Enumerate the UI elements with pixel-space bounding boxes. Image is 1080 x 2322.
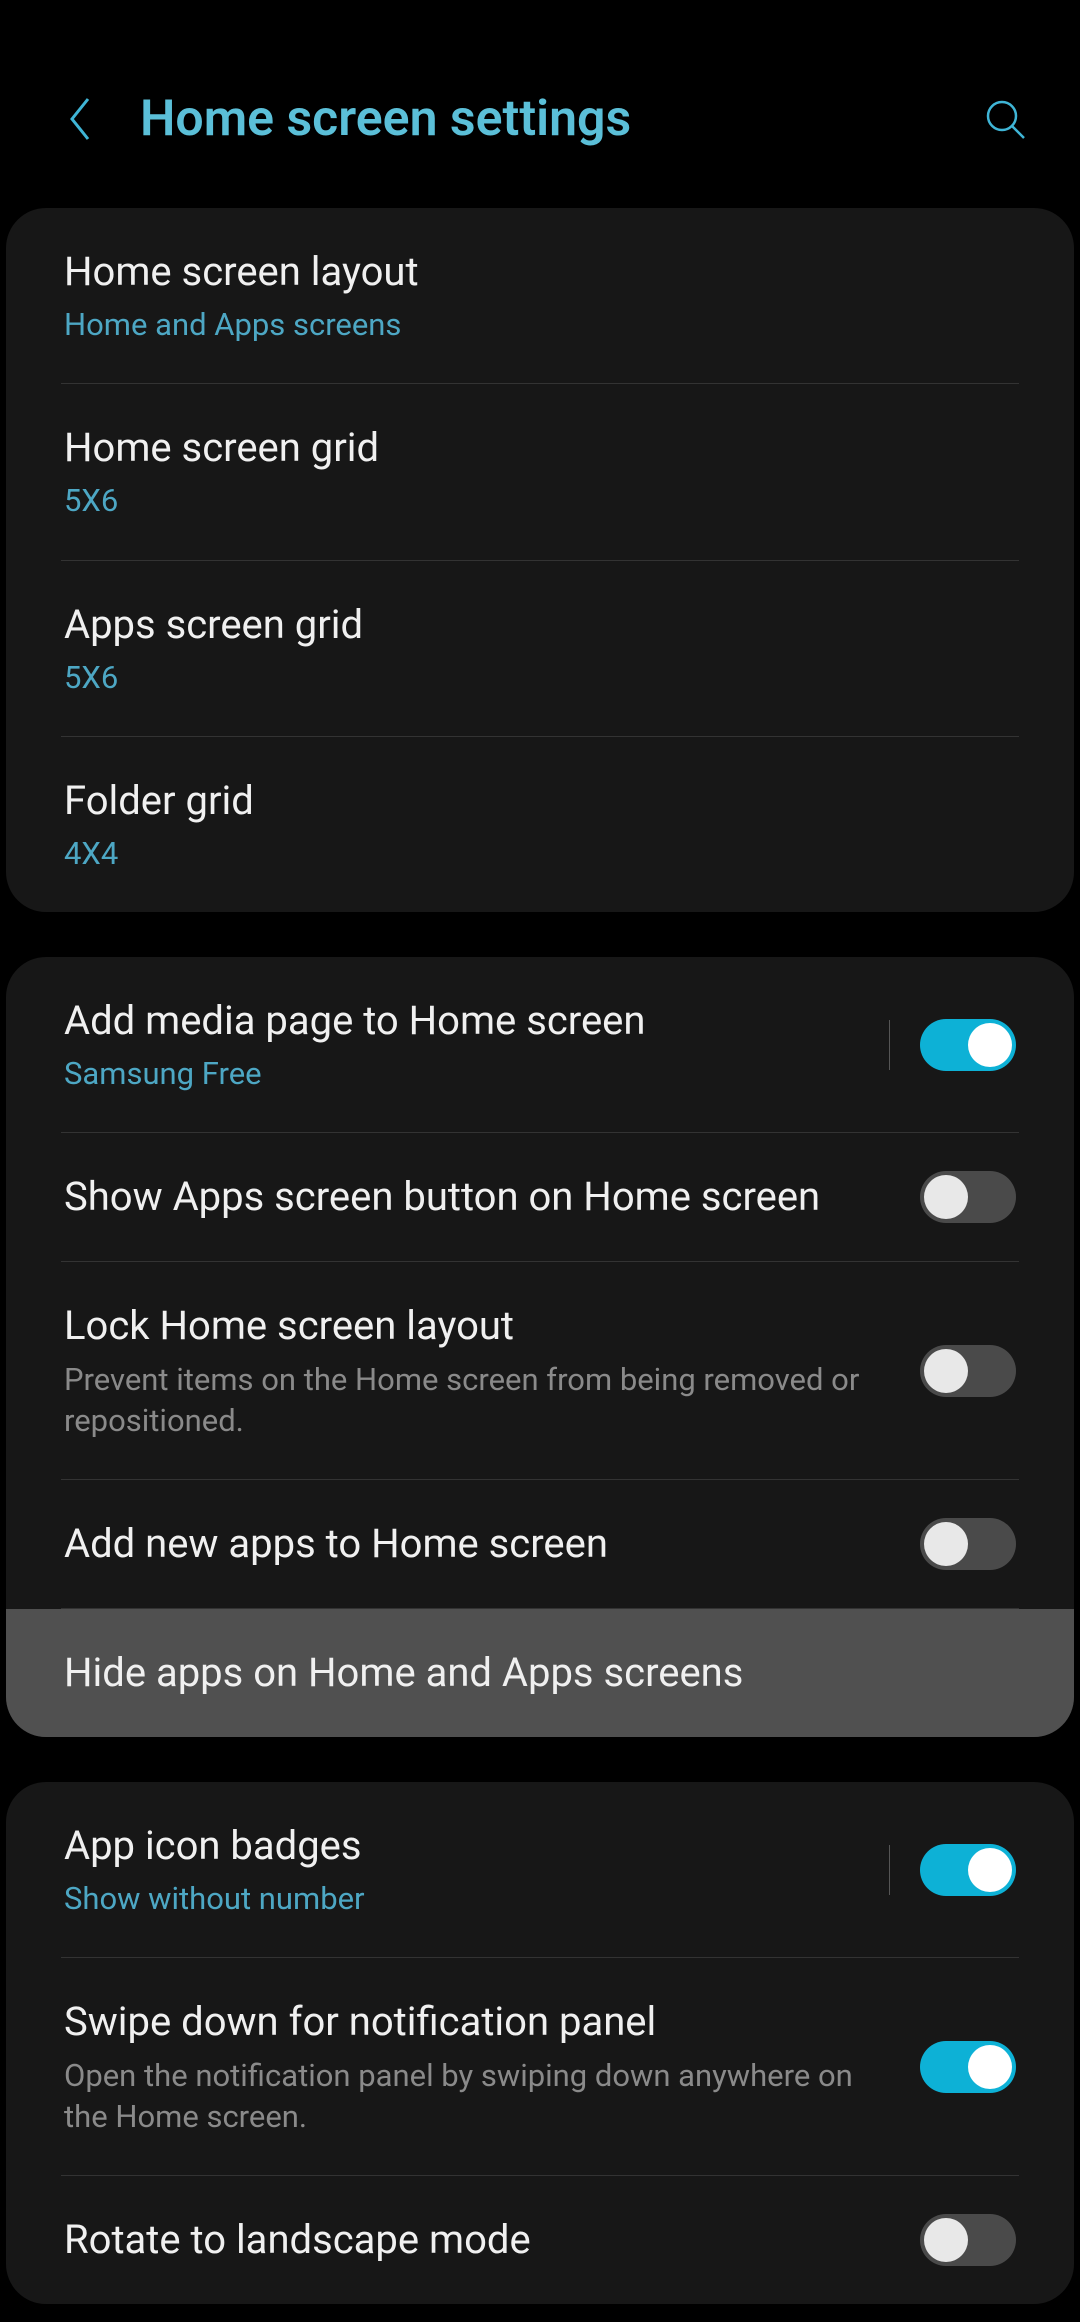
item-add-new-apps[interactable]: Add new apps to Home screen [6, 1480, 1074, 1608]
item-subtitle: 5X6 [64, 481, 1016, 521]
page-title: Home screen settings [140, 90, 980, 148]
item-text: Show Apps screen button on Home screen [64, 1171, 890, 1223]
item-description: Open the notification panel by swiping d… [64, 2056, 890, 2137]
header: Home screen settings [0, 0, 1080, 188]
item-title: App icon badges [64, 1820, 859, 1872]
item-description: Prevent items on the Home screen from be… [64, 1360, 890, 1441]
item-title: Home screen grid [64, 422, 1016, 474]
item-subtitle: Samsung Free [64, 1054, 859, 1094]
toggle-app-icon-badges[interactable] [920, 1844, 1016, 1896]
item-app-icon-badges[interactable]: App icon badges Show without number [6, 1782, 1074, 1957]
item-text: Hide apps on Home and Apps screens [64, 1647, 1016, 1699]
item-text: Apps screen grid 5X6 [64, 599, 1016, 698]
item-text: App icon badges Show without number [64, 1820, 859, 1919]
item-swipe-down-notification[interactable]: Swipe down for notification panel Open t… [6, 1958, 1074, 2175]
item-subtitle: Show without number [64, 1879, 859, 1919]
item-hide-apps[interactable]: Hide apps on Home and Apps screens [6, 1609, 1074, 1737]
section-misc: App icon badges Show without number Swip… [6, 1782, 1074, 2304]
toggle-swipe-down-notification[interactable] [920, 2041, 1016, 2093]
toggle-wrap [889, 1844, 1016, 1896]
item-title: Folder grid [64, 775, 1016, 827]
vertical-divider [889, 1020, 890, 1070]
item-rotate-landscape[interactable]: Rotate to landscape mode [6, 2176, 1074, 2304]
vertical-divider [889, 1845, 890, 1895]
item-home-screen-layout[interactable]: Home screen layout Home and Apps screens [6, 208, 1074, 383]
item-subtitle: Home and Apps screens [64, 305, 1016, 345]
item-title: Show Apps screen button on Home screen [64, 1171, 890, 1223]
item-lock-home-layout[interactable]: Lock Home screen layout Prevent items on… [6, 1262, 1074, 1479]
item-subtitle: 5X6 [64, 658, 1016, 698]
item-title: Add new apps to Home screen [64, 1518, 890, 1570]
toggle-add-new-apps[interactable] [920, 1518, 1016, 1570]
toggle-show-apps-button[interactable] [920, 1171, 1016, 1223]
item-title: Apps screen grid [64, 599, 1016, 651]
section-layout: Home screen layout Home and Apps screens… [6, 208, 1074, 912]
item-title: Lock Home screen layout [64, 1300, 890, 1352]
item-title: Hide apps on Home and Apps screens [64, 1647, 1016, 1699]
item-text: Home screen grid 5X6 [64, 422, 1016, 521]
item-text: Swipe down for notification panel Open t… [64, 1996, 890, 2137]
item-text: Folder grid 4X4 [64, 775, 1016, 874]
item-subtitle: 4X4 [64, 834, 1016, 874]
search-icon[interactable] [980, 94, 1030, 144]
item-text: Add new apps to Home screen [64, 1518, 890, 1570]
item-title: Rotate to landscape mode [64, 2214, 890, 2266]
item-apps-screen-grid[interactable]: Apps screen grid 5X6 [6, 561, 1074, 736]
item-text: Add media page to Home screen Samsung Fr… [64, 995, 859, 1094]
section-home-options: Add media page to Home screen Samsung Fr… [6, 957, 1074, 1737]
item-add-media-page[interactable]: Add media page to Home screen Samsung Fr… [6, 957, 1074, 1132]
item-show-apps-button[interactable]: Show Apps screen button on Home screen [6, 1133, 1074, 1261]
item-text: Home screen layout Home and Apps screens [64, 246, 1016, 345]
item-title: Add media page to Home screen [64, 995, 859, 1047]
toggle-wrap [889, 1019, 1016, 1071]
item-title: Swipe down for notification panel [64, 1996, 890, 2048]
item-folder-grid[interactable]: Folder grid 4X4 [6, 737, 1074, 912]
item-home-screen-grid[interactable]: Home screen grid 5X6 [6, 384, 1074, 559]
toggle-lock-home-layout[interactable] [920, 1345, 1016, 1397]
item-title: Home screen layout [64, 246, 1016, 298]
toggle-add-media-page[interactable] [920, 1019, 1016, 1071]
item-text: Lock Home screen layout Prevent items on… [64, 1300, 890, 1441]
toggle-rotate-landscape[interactable] [920, 2214, 1016, 2266]
back-icon[interactable] [60, 99, 100, 139]
item-text: Rotate to landscape mode [64, 2214, 890, 2266]
